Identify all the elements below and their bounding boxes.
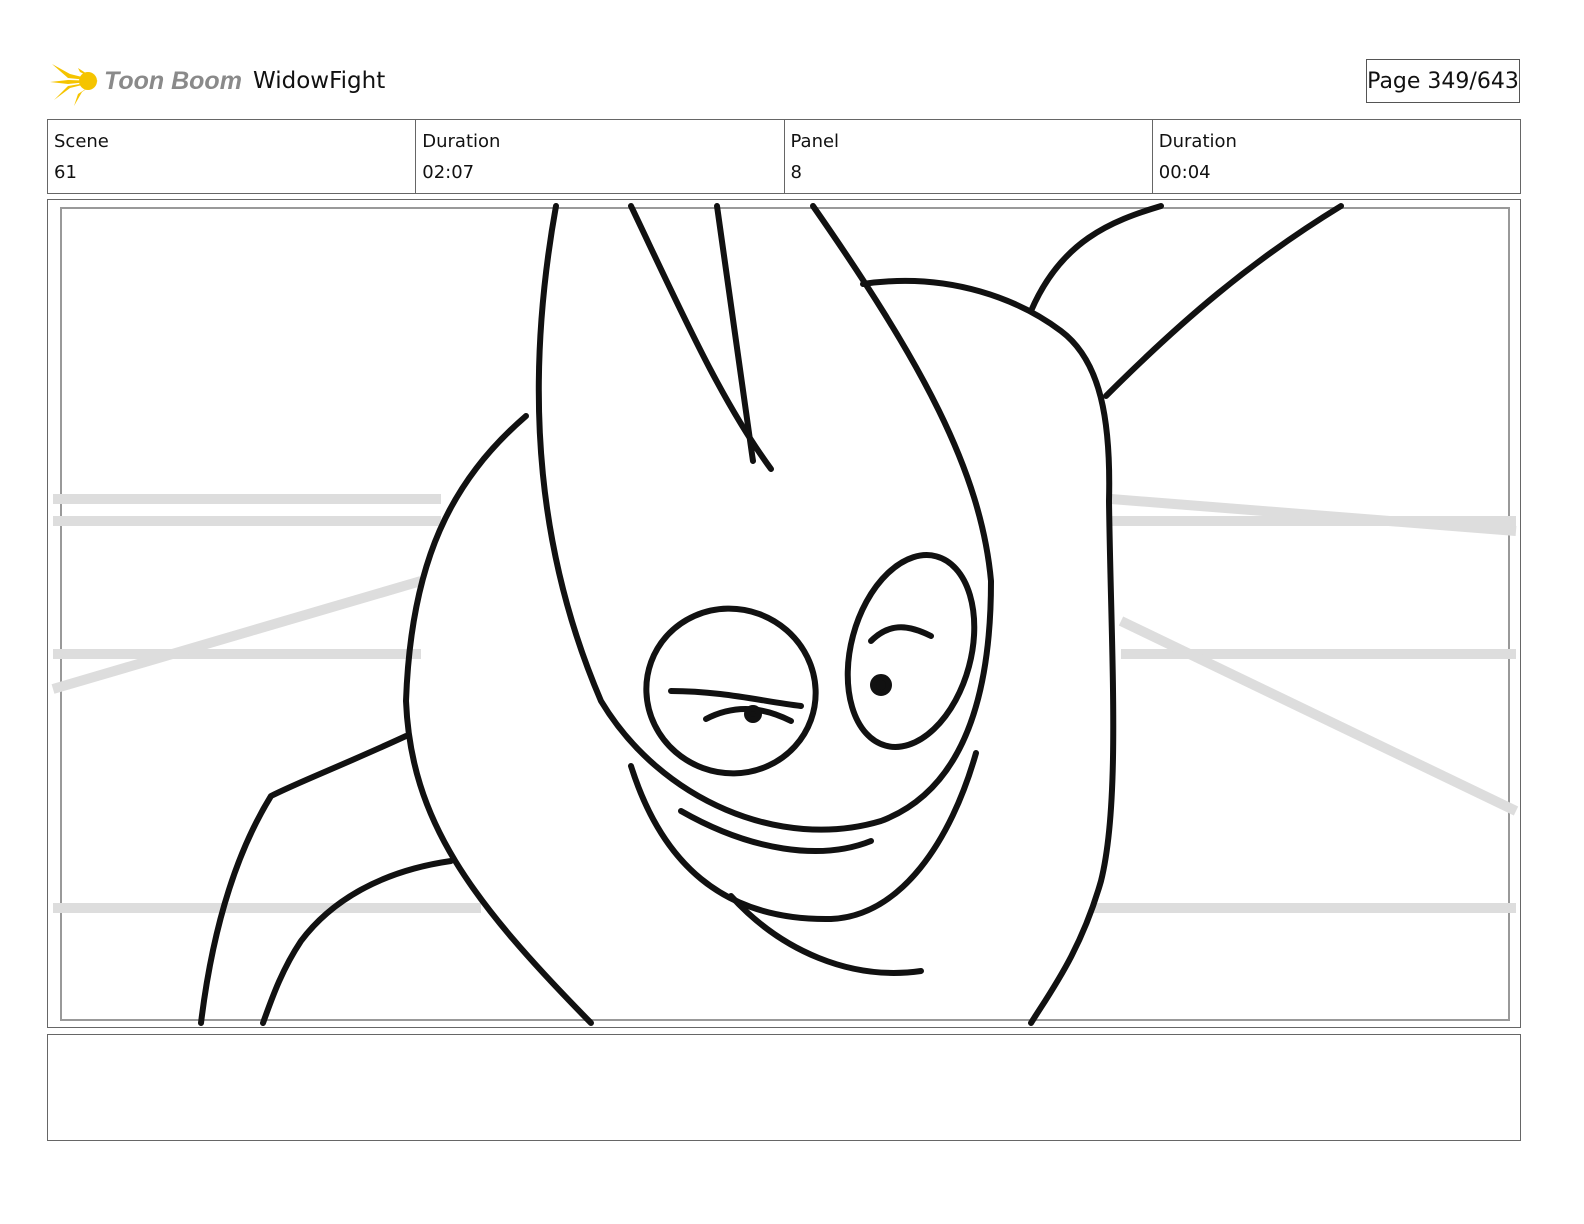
page-indicator: Page 349/643 (1366, 59, 1520, 103)
panel-duration-value: 00:04 (1158, 162, 1211, 183)
scene-label: Scene (54, 131, 109, 152)
logo-text: Toon Boom (104, 66, 242, 95)
panel-value: 8 (790, 162, 802, 183)
toon-boom-logo: Toon Boom (50, 56, 242, 106)
panel-notes-area (47, 1034, 1521, 1141)
scene-cell: Scene 61 (48, 120, 417, 193)
sketch-drawing (51, 203, 1519, 1026)
panel-duration-label: Duration (1158, 131, 1237, 152)
starburst-icon (50, 56, 98, 106)
panel-label: Panel (790, 131, 840, 152)
scene-duration-value: 02:07 (422, 162, 475, 183)
project-title: WidowFight (253, 68, 386, 94)
scene-value: 61 (54, 162, 77, 183)
scene-duration-cell: Duration 02:07 (416, 120, 785, 193)
scene-info-table: Scene 61 Duration 02:07 Panel 8 Duration 00:… (47, 119, 1521, 194)
scene-duration-label: Duration (422, 131, 501, 152)
panel-cell: Panel 8 (785, 120, 1153, 193)
panel-duration-cell: Duration 00:04 (1153, 120, 1520, 193)
storyboard-panel-image (47, 199, 1521, 1028)
